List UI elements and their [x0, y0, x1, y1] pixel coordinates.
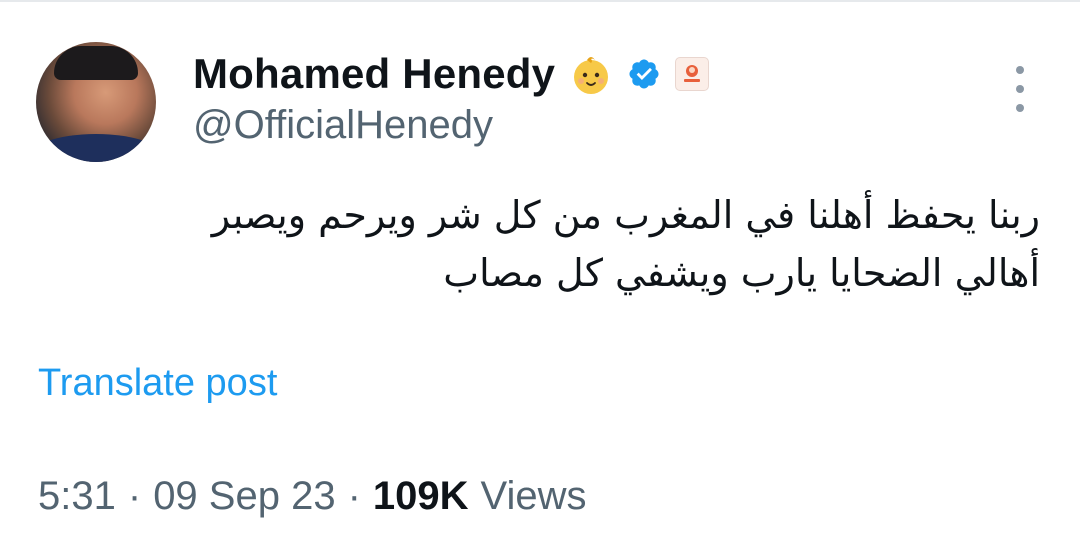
views-count[interactable]: 109K — [373, 474, 469, 519]
affiliate-badge-icon[interactable] — [675, 57, 710, 91]
baby-face-icon — [574, 57, 609, 94]
more-options-button[interactable] — [1004, 66, 1036, 112]
author-display-name[interactable]: Mohamed Henedy — [193, 50, 555, 98]
author-handle[interactable]: @OfficialHenedy — [193, 103, 493, 148]
avatar-hair — [54, 46, 138, 80]
meta-separator: · — [347, 474, 361, 518]
more-vertical-icon-dot — [1016, 104, 1024, 112]
more-vertical-icon — [1016, 66, 1024, 74]
verified-badge-icon — [629, 59, 659, 89]
views-label: Views — [480, 474, 587, 518]
translate-post-link[interactable]: Translate post — [38, 362, 277, 405]
top-divider — [0, 0, 1080, 2]
affiliate-logo-icon — [684, 65, 701, 82]
avatar-shirt — [36, 134, 156, 162]
more-vertical-icon-dot — [1016, 85, 1024, 93]
author-name-row: Mohamed Henedy — [193, 46, 710, 102]
avatar[interactable] — [36, 42, 156, 162]
tweet-date[interactable]: 09 Sep 23 — [153, 474, 335, 519]
tweet-metadata: 5:31 · 09 Sep 23 · 109K Views — [38, 474, 587, 519]
tweet-text: ربنا يحفظ أهلنا في المغرب من كل شر ويرحم… — [211, 193, 1040, 295]
tweet-time[interactable]: 5:31 — [38, 474, 116, 519]
meta-separator: · — [127, 474, 142, 518]
